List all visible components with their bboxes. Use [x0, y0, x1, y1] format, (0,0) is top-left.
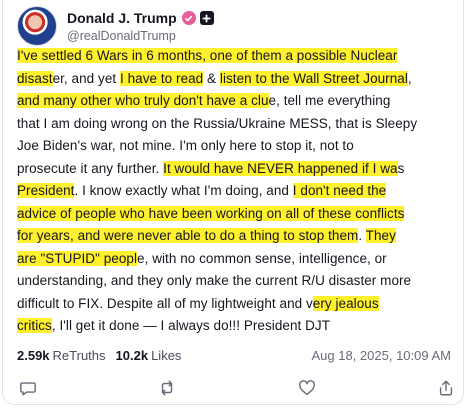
post-text: er, and yet: [52, 70, 120, 86]
post-text-line: understanding, and they only make the cu…: [17, 270, 457, 293]
engagement-stats: 2.59k ReTruths 10.2k Likes Aug 18, 2025,…: [17, 346, 463, 364]
like-button[interactable]: [296, 377, 318, 399]
highlighted-text: advice of people who have been working o…: [17, 205, 405, 221]
post-text: , I'll get it done — I always do!!! Pres…: [51, 318, 331, 333]
share-button[interactable]: [435, 377, 457, 399]
post-text-line: prosecute it any further. It would have …: [17, 158, 457, 181]
highlighted-text: I've settled 6 Wars in 6 months, one of …: [17, 48, 398, 63]
author-info: Donald J. Trump @realDonaldTrump: [67, 9, 214, 43]
post-text: .: [358, 228, 366, 243]
post-text-line: difficult to FIX. Despite all of my ligh…: [17, 293, 457, 316]
post-text-line: are "STUPID" people, with no common sens…: [17, 248, 457, 271]
avatar[interactable]: [17, 6, 57, 46]
post-text: s: [397, 160, 405, 176]
post-card: Donald J. Trump @realDonaldTrump I've se…: [2, 0, 464, 405]
handle[interactable]: @realDonaldTrump: [67, 29, 214, 43]
highlighted-text: They: [365, 228, 396, 243]
reply-button[interactable]: [17, 377, 39, 399]
reply-icon: [20, 382, 36, 396]
post-text: understanding, and they only make the cu…: [17, 273, 412, 288]
highlighted-text: for years, and were never able to do a t…: [17, 228, 359, 243]
share-icon: [439, 380, 453, 396]
highlighted-text: It would have NEVER happened if I wa: [163, 160, 398, 176]
retruth-icon: [162, 380, 173, 396]
highlighted-text: disast: [17, 70, 53, 86]
highlighted-text: President: [17, 183, 75, 198]
post-text: &: [203, 70, 220, 86]
account-type-icon: [199, 11, 214, 25]
post-text-line: I've settled 6 Wars in 6 months, one of …: [17, 45, 457, 68]
post-text-line: advice of people who have been working o…: [17, 203, 457, 226]
post-text: that I am doing wrong on the Russia/Ukra…: [17, 115, 418, 131]
post-body: I've settled 6 Wars in 6 months, one of …: [17, 45, 457, 338]
highlighted-text: listen to the Wall Street Journal: [219, 70, 408, 86]
name-row: Donald J. Trump: [67, 9, 214, 27]
post-text: prosecute it any further.: [17, 160, 164, 176]
post-text: . I know exactly what I'm doing, and: [74, 183, 293, 198]
highlighted-text: and many other who truly don't have a cl…: [17, 93, 269, 108]
post-text: e, tell me everything: [268, 93, 391, 108]
retruths-label[interactable]: ReTruths: [53, 348, 106, 363]
retruth-button[interactable]: [156, 377, 178, 399]
post-text-line: disaster, and yet I have to read & liste…: [17, 68, 457, 91]
highlighted-text: I have to read: [119, 70, 204, 86]
post-text: Joe Biden's war, not mine. I'm only here…: [17, 138, 354, 153]
post-text-line: critics, I'll get it done — I always do!…: [17, 315, 457, 338]
post-text: e, with no common sense, intelligence, o…: [137, 250, 387, 266]
highlighted-text: ery jealous: [312, 295, 379, 311]
likes-label[interactable]: Likes: [151, 348, 181, 363]
post-text-line: for years, and were never able to do a t…: [17, 225, 457, 248]
post-text-line: that I am doing wrong on the Russia/Ukra…: [17, 113, 457, 136]
verified-badge-icon: [181, 11, 196, 25]
heart-icon: [298, 380, 315, 396]
display-name[interactable]: Donald J. Trump: [67, 10, 177, 26]
post-text: ,: [407, 70, 412, 86]
highlighted-text: are "STUPID" peopl: [17, 250, 138, 266]
retruths-count[interactable]: 2.59k: [17, 348, 50, 363]
highlighted-text: I don't need the: [292, 183, 387, 198]
post-text-line: Joe Biden's war, not mine. I'm only here…: [17, 135, 457, 158]
post-text: difficult to FIX. Despite all of my ligh…: [17, 295, 313, 311]
post-timestamp[interactable]: Aug 18, 2025, 10:09 AM: [312, 348, 464, 363]
post-text-line: and many other who truly don't have a cl…: [17, 90, 457, 113]
highlighted-text: critics: [17, 318, 52, 333]
post-header: Donald J. Trump @realDonaldTrump: [17, 6, 214, 46]
action-bar: [17, 377, 457, 399]
post-text-line: President. I know exactly what I'm doing…: [17, 180, 457, 203]
likes-count[interactable]: 10.2k: [116, 348, 149, 363]
